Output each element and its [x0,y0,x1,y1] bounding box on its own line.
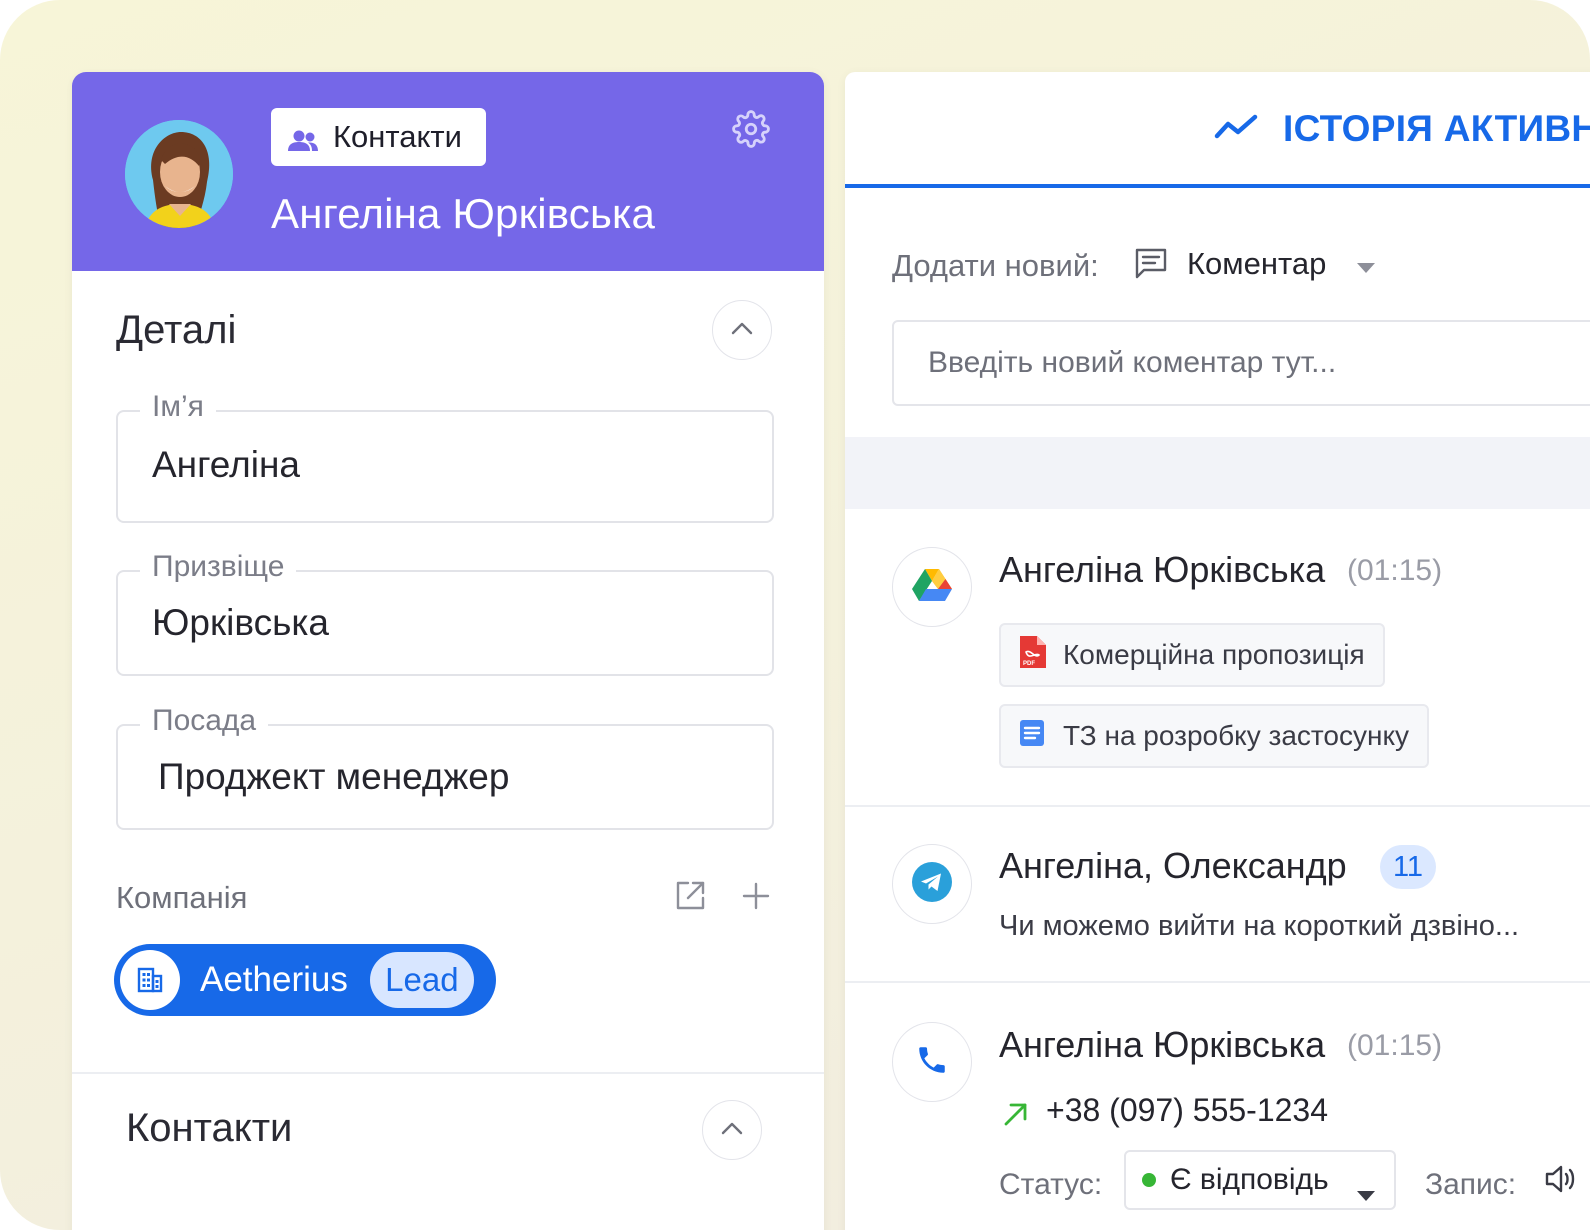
add-new-label: Додати новий: [892,248,1099,283]
file-attachment[interactable]: PDF Комерційна пропозиція [999,623,1385,687]
separator-band [845,437,1590,509]
last-name-value: Юрківська [152,602,329,643]
details-title: Деталі [116,308,237,352]
chevron-up-icon [721,1121,743,1140]
activity-divider [845,805,1590,807]
google-drive-icon [912,567,952,608]
status-select[interactable]: Є відповідь [1124,1150,1396,1210]
building-icon [120,950,180,1010]
caret-down-icon[interactable] [1357,260,1375,273]
add-company-icon[interactable] [738,878,774,914]
activity-author: Ангеліна, Олександр [999,845,1347,886]
contacts-chip[interactable]: Контакти [271,108,486,166]
activity-author: Ангеліна Юрківська [999,549,1326,590]
pdf-icon: PDF [1017,635,1047,676]
external-link-icon[interactable] [672,878,708,914]
doc-icon [1017,718,1047,755]
unread-count-badge: 11 [1380,845,1436,889]
activity-time: (01:15) [1347,1029,1443,1062]
last-name-label: Призвіще [140,550,297,584]
position-label: Посада [140,704,269,738]
activity-source-icon [892,547,972,627]
first-name-field[interactable]: Ім’я Ангеліна [116,390,774,523]
profile-header: Контакти Ангеліна Юрківська [72,72,824,271]
activity-divider [845,981,1590,983]
record-label: Запис: [1425,1168,1517,1201]
avatar [125,120,233,228]
svg-text:PDF: PDF [1023,661,1035,667]
activity-source-icon [892,1022,972,1102]
activity-time: (01:15) [1347,554,1443,587]
company-label: Компанія [116,880,248,915]
activity-author: Ангеліна Юрківська [999,1024,1326,1065]
position-field[interactable]: Посада Проджект менеджер [116,704,774,830]
speaker-icon[interactable] [1543,1162,1577,1196]
file-name: ТЗ на розробку застосунку [1063,720,1410,751]
status-value: Є відповідь [1170,1163,1329,1196]
chevron-up-icon [731,321,753,340]
first-name-value: Ангеліна [152,444,300,485]
telegram-icon [912,861,952,907]
activity-source-icon [892,844,972,924]
last-name-field[interactable]: Призвіще Юрківська [116,550,774,676]
add-type-select[interactable]: Коментар [1187,246,1326,282]
section-divider [72,1072,824,1074]
contacts-chip-label: Контакти [333,119,462,154]
contacts-section-title: Контакти [126,1106,293,1150]
tab-activity-history[interactable]: ІСТОРІЯ АКТИВНОСТІ [845,72,1590,188]
message-preview[interactable]: Чи можемо вийти на короткий дзвіно... [999,910,1519,943]
contact-details-panel: Контакти Ангеліна Юрківська Деталі Ім’я … [72,72,824,1230]
position-value: Проджект менеджер [158,756,510,797]
phone-icon [915,1043,949,1082]
first-name-label: Ім’я [140,390,216,424]
status-label: Статус: [999,1168,1103,1201]
users-icon [287,125,319,151]
activity-trend-icon [1213,112,1261,142]
status-dot [1142,1173,1156,1187]
comment-icon [1134,247,1168,279]
company-name: Aetherius [200,960,348,999]
company-chip[interactable]: Aetherius Lead [114,944,496,1016]
activity-history-title: ІСТОРІЯ АКТИВНОСТІ [1283,108,1590,149]
contacts-collapse-button[interactable] [702,1100,762,1160]
activity-panel: ІСТОРІЯ АКТИВНОСТІ Додати новий: Комента… [845,72,1590,1230]
file-name: Комерційна пропозиція [1063,639,1365,670]
profile-name: Ангеліна Юрківська [271,190,656,237]
phone-number[interactable]: +38 (097) 555-1234 [1046,1092,1328,1129]
details-collapse-button[interactable] [712,300,772,360]
comment-input[interactable] [892,320,1590,406]
gear-icon[interactable] [732,110,770,148]
company-tag: Lead [369,952,474,1008]
file-attachment[interactable]: ТЗ на розробку застосунку [999,704,1430,768]
outgoing-call-icon [1002,1100,1030,1128]
caret-down-icon [1356,1175,1375,1201]
